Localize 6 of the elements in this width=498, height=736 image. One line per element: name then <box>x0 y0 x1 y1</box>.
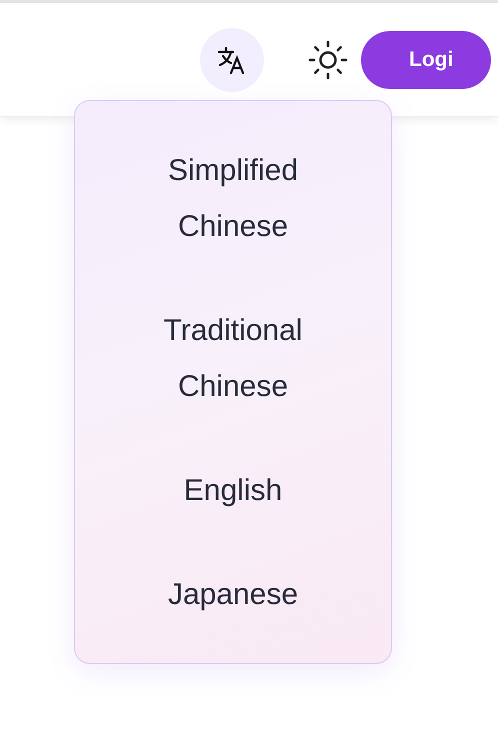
language-option[interactable]: Simplified Chinese <box>133 143 333 255</box>
login-button[interactable]: Logi <box>361 30 491 88</box>
language-option[interactable]: English <box>133 463 333 519</box>
sun-icon <box>308 40 348 80</box>
language-option[interactable]: Japanese <box>133 567 333 623</box>
language-option[interactable]: Traditional Chinese <box>133 303 333 415</box>
